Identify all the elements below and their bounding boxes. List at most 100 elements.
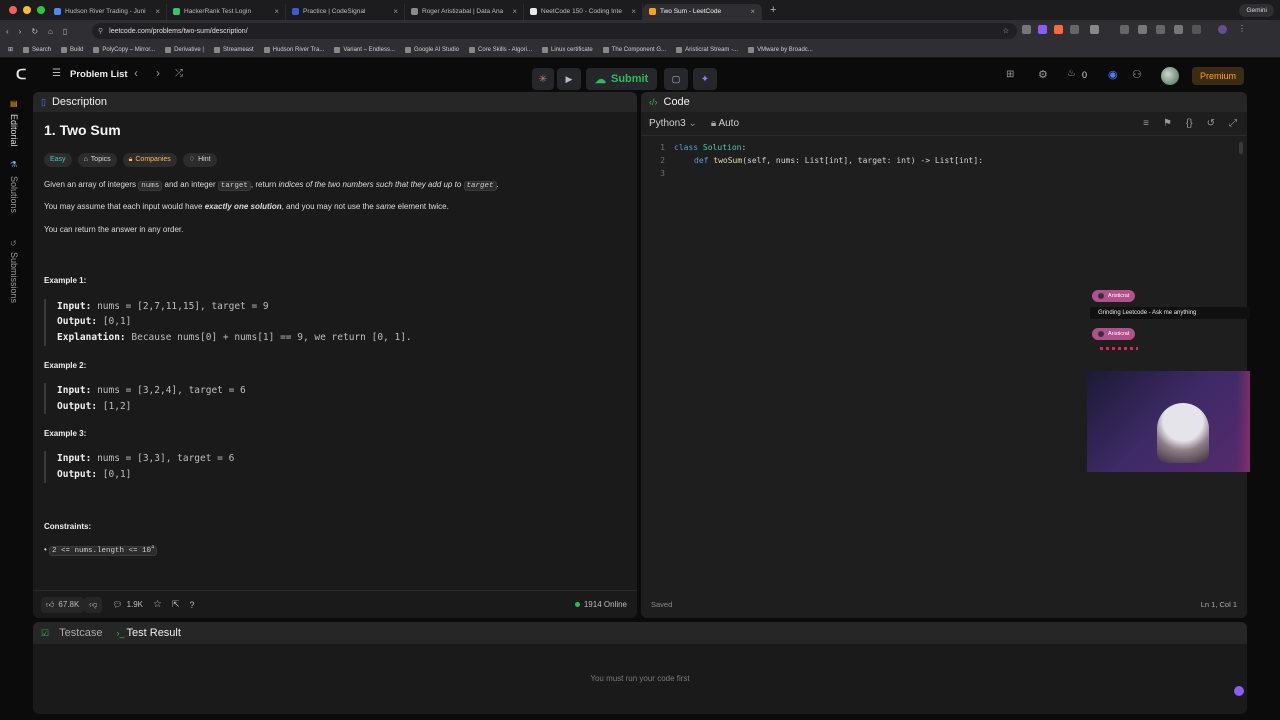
- assistant-bubble-icon[interactable]: [1234, 686, 1244, 696]
- problem-list-icon[interactable]: ☰: [52, 68, 61, 79]
- extension-helper-icon[interactable]: ◉: [1108, 68, 1118, 81]
- profile-icon[interactable]: [1218, 25, 1227, 34]
- code-line[interactable]: class Solution:: [674, 142, 746, 155]
- add-friend-icon[interactable]: ⚇: [1132, 68, 1142, 81]
- share-icon[interactable]: ⇱: [172, 599, 180, 610]
- bookmark-item[interactable]: Derivative |: [165, 46, 204, 53]
- favorite-star-icon[interactable]: ☆: [153, 599, 162, 610]
- site-info-icon[interactable]: ⚲: [98, 27, 103, 35]
- back-icon[interactable]: ‹: [6, 27, 9, 36]
- tab-testcase[interactable]: Testcase: [59, 627, 102, 639]
- extension-icon[interactable]: [1174, 25, 1183, 34]
- extension-icon[interactable]: [1156, 25, 1165, 34]
- new-tab-icon[interactable]: +: [762, 4, 776, 16]
- bookmark-icon[interactable]: ⚑: [1163, 118, 1172, 129]
- settings-gear-icon[interactable]: ⚙: [1038, 68, 1048, 81]
- extension-icon[interactable]: [1022, 25, 1031, 34]
- extension-icon[interactable]: [1138, 25, 1147, 34]
- editorial-icon[interactable]: ▤: [10, 99, 18, 108]
- extension-icon[interactable]: [1120, 25, 1129, 34]
- run-button[interactable]: ▶: [557, 68, 581, 90]
- tab-test-result[interactable]: Test Result: [127, 627, 181, 639]
- bookmark-item[interactable]: Google AI Studio: [404, 46, 459, 53]
- address-bar[interactable]: ⚲ leetcode.com/problems/two-sum/descript…: [92, 23, 1017, 39]
- streak-flame-icon[interactable]: ♨: [1067, 68, 1076, 79]
- debug-icon[interactable]: ✳: [532, 68, 554, 90]
- dislike-button[interactable]: 👎︎: [84, 596, 103, 613]
- extensions-puzzle-icon[interactable]: [1192, 25, 1201, 34]
- browser-tab[interactable]: Roger Aristizabal | Data Ana ×: [405, 3, 524, 20]
- bookmark-item[interactable]: Linux certificate: [542, 46, 593, 53]
- close-tab-icon[interactable]: ×: [631, 7, 636, 16]
- code-line[interactable]: def twoSum(self, nums: List[int], target…: [694, 155, 983, 168]
- bookmark-item[interactable]: Streameast: [213, 46, 254, 53]
- tab-code[interactable]: Code: [664, 96, 690, 108]
- apps-grid-icon[interactable]: ⊞: [8, 46, 13, 53]
- solutions-icon[interactable]: ⚗: [10, 160, 17, 169]
- close-tab-icon[interactable]: ×: [512, 7, 517, 16]
- fullscreen-icon[interactable]: ⤢: [1229, 118, 1237, 129]
- ai-assistant-icon[interactable]: ✦: [693, 68, 717, 90]
- browser-tab[interactable]: HackerRank Test Login ×: [167, 3, 286, 20]
- reload-icon[interactable]: ↻: [31, 27, 38, 36]
- autocomplete-toggle[interactable]: 🔒︎ Auto: [711, 118, 739, 129]
- submit-button[interactable]: ☁ Submit: [586, 68, 658, 90]
- prev-problem-icon[interactable]: ‹: [134, 66, 138, 80]
- avatar[interactable]: [1161, 67, 1179, 85]
- maximize-window-icon[interactable]: [37, 6, 45, 14]
- bookmark-item[interactable]: PolyCopy – Mirror...: [93, 46, 155, 53]
- browser-menu-icon[interactable]: ⋮: [1238, 24, 1246, 33]
- browser-tab[interactable]: Practice | CodeSignal ×: [286, 3, 405, 20]
- layout-grid-icon[interactable]: ⊞: [1006, 69, 1014, 80]
- premium-button[interactable]: Premium: [1192, 67, 1245, 85]
- next-problem-icon[interactable]: ›: [156, 66, 160, 80]
- bookmark-star-icon[interactable]: ☆: [1003, 27, 1009, 35]
- browser-tab[interactable]: Two Sum - LeetCode ×: [643, 3, 762, 20]
- sidebar-icon[interactable]: ▯: [63, 27, 67, 36]
- notes-icon[interactable]: ▢: [664, 68, 688, 90]
- help-icon[interactable]: ?: [190, 600, 195, 610]
- bookmark-item[interactable]: Variant – Endless...: [334, 46, 395, 53]
- extension-icon[interactable]: [1090, 25, 1099, 34]
- minimize-window-icon[interactable]: [23, 6, 31, 14]
- extension-icon[interactable]: [1038, 25, 1047, 34]
- close-tab-icon[interactable]: ×: [274, 7, 279, 16]
- bookmark-item[interactable]: Search: [23, 46, 51, 53]
- format-icon[interactable]: ≡: [1143, 118, 1149, 129]
- browser-tab[interactable]: NeetCode 150 - Coding Inte ×: [524, 3, 643, 20]
- editor-scrollbar[interactable]: [1239, 142, 1243, 154]
- close-tab-icon[interactable]: ×: [750, 7, 755, 16]
- editorial-tab[interactable]: Editorial: [9, 114, 19, 147]
- braces-icon[interactable]: {}: [1186, 118, 1193, 129]
- extension-icon[interactable]: [1054, 25, 1063, 34]
- bookmark-item[interactable]: Build: [61, 46, 83, 53]
- home-icon[interactable]: ⌂: [48, 27, 53, 36]
- problem-list-link[interactable]: Problem List: [70, 69, 128, 80]
- problem-title[interactable]: 1. Two Sum: [44, 121, 626, 141]
- close-tab-icon[interactable]: ×: [393, 7, 398, 16]
- bookmark-item[interactable]: The Component G...: [602, 46, 666, 53]
- close-tab-icon[interactable]: ×: [155, 7, 160, 16]
- solutions-tab[interactable]: Solutions: [9, 176, 19, 213]
- hint-chip[interactable]: ♢ Hint: [182, 152, 217, 167]
- close-window-icon[interactable]: [9, 6, 17, 14]
- bookmark-item[interactable]: Hudson River Tra...: [263, 46, 324, 53]
- bookmark-item[interactable]: Core Skills - Algori...: [469, 46, 532, 53]
- leetcode-logo-icon[interactable]: ᑕ: [16, 66, 26, 83]
- companies-chip[interactable]: 🔒︎ Companies: [122, 152, 177, 167]
- bookmark-item[interactable]: VMware by Broadc...: [748, 46, 813, 53]
- comments-button[interactable]: 💬︎ 1.9K: [112, 600, 143, 609]
- shuffle-icon[interactable]: ⤮: [175, 68, 183, 79]
- submissions-icon[interactable]: ↺: [10, 239, 17, 248]
- forward-icon[interactable]: ›: [19, 27, 22, 36]
- like-button[interactable]: 👍︎ 67.8K: [41, 596, 85, 613]
- extension-icon[interactable]: [1070, 25, 1079, 34]
- bookmark-item[interactable]: Aristicrat Stream -...: [676, 46, 738, 53]
- browser-tab[interactable]: Hudson River Trading - Juni ×: [48, 3, 167, 20]
- language-select[interactable]: Python3 ⌄: [649, 118, 697, 129]
- submissions-tab[interactable]: Submissions: [9, 252, 19, 303]
- reset-icon[interactable]: ↺: [1207, 118, 1215, 129]
- topics-chip[interactable]: ⌂ Topics: [77, 152, 117, 167]
- tab-description[interactable]: Description: [52, 96, 107, 108]
- gemini-button[interactable]: Gemini: [1239, 3, 1274, 17]
